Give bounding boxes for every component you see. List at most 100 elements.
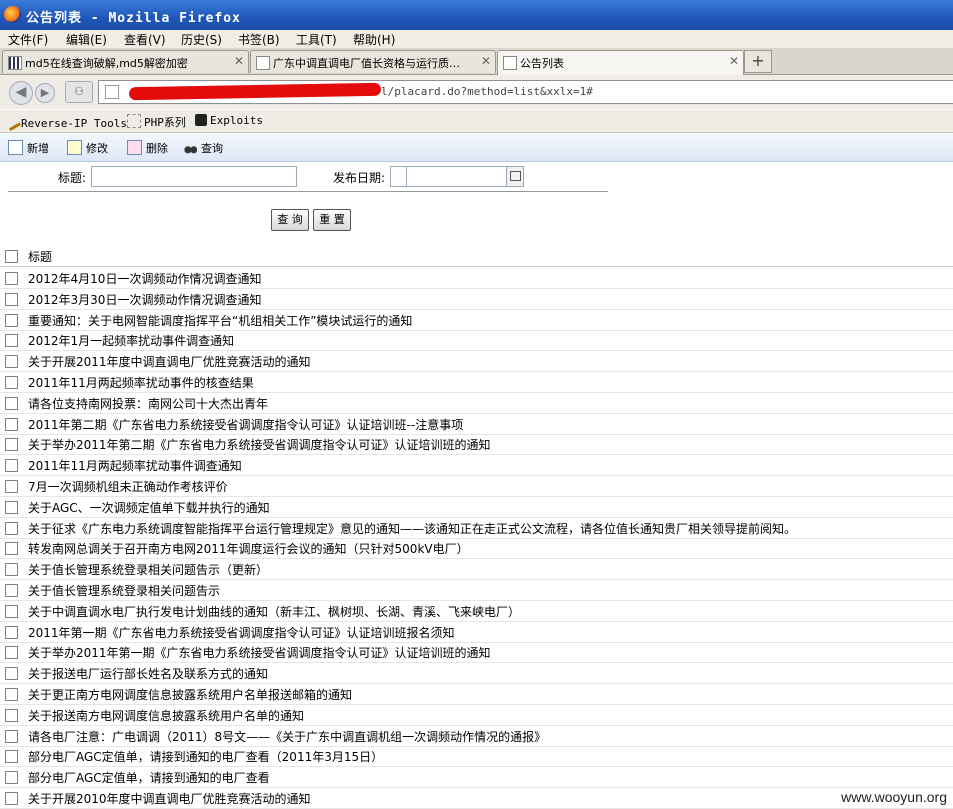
list-item: 2011年第一期《广东省电力系统接受省调调度指令认可证》认证培训班报名须知: [0, 622, 953, 643]
announcement-link[interactable]: 请各电厂注意：广电调调（2011）8号文——《关于广东中调直调机组一次调频动作情…: [28, 728, 546, 745]
announcement-link[interactable]: 关于AGC、一次调频定值单下载并执行的通知: [28, 499, 270, 516]
menu-tools[interactable]: 工具(T): [296, 31, 337, 48]
row-checkbox[interactable]: [5, 438, 18, 452]
forward-button[interactable]: ▶: [35, 83, 55, 103]
row-checkbox[interactable]: [5, 355, 18, 369]
list-item: 请各位支持南网投票：南网公司十大杰出青年: [0, 393, 953, 414]
list-item: 2012年1月一起频率扰动事件调查通知: [0, 330, 953, 352]
new-tab-button[interactable]: +: [744, 50, 772, 73]
announcement-link[interactable]: 部分电厂AGC定值单，请接到通知的电厂查看（2011年3月15日）: [28, 748, 383, 765]
row-checkbox[interactable]: [5, 334, 18, 348]
menu-file[interactable]: 文件(F): [8, 31, 48, 48]
row-checkbox[interactable]: [5, 708, 18, 722]
announcement-link[interactable]: 关于更正南方电网调度信息披露系统用户名单报送邮箱的通知: [28, 686, 352, 703]
announcement-link[interactable]: 关于中调直调水电厂执行发电计划曲线的通知（新丰江、枫树坝、长湖、青溪、飞来峡电厂…: [28, 603, 520, 620]
row-checkbox[interactable]: [5, 563, 18, 577]
redaction-mark: [128, 82, 382, 101]
announcement-link[interactable]: 关于征求《广东电力系统调度智能指挥平台运行管理规定》意见的通知——该通知正在走正…: [28, 520, 796, 537]
row-checkbox[interactable]: [5, 688, 18, 701]
url-bar[interactable]: l/placard.do?method=list&xxlx=1#: [98, 80, 953, 104]
add-button[interactable]: 新增: [8, 140, 49, 156]
row-checkbox[interactable]: [5, 646, 18, 660]
announcement-link[interactable]: 2012年4月10日一次调频动作情况调查通知: [28, 270, 261, 287]
menu-view[interactable]: 查看(V): [124, 31, 166, 48]
announcement-link[interactable]: 2011年第一期《广东省电力系统接受省调调度指令认可证》认证培训班报名须知: [28, 624, 455, 641]
list-item: 重要通知：关于电网智能调度指挥平台“机组相关工作”模块试运行的通知: [0, 310, 953, 331]
announcement-link[interactable]: 7月一次调频机组未正确动作考核评价: [28, 478, 228, 495]
announcement-link[interactable]: 转发南网总调关于召开南方电网2011年调度运行会议的通知（只针对500kV电厂）: [28, 540, 469, 557]
announcement-link[interactable]: 2012年3月30日一次调频动作情况调查通知: [28, 291, 261, 308]
list-item: 关于开展2010年度中调直调电厂优胜竞赛活动的通知: [0, 788, 953, 809]
close-icon[interactable]: ✕: [234, 54, 244, 68]
announcement-link[interactable]: 请各位支持南网投票：南网公司十大杰出青年: [28, 395, 268, 412]
window-titlebar: 公告列表 - Mozilla Firefox: [0, 0, 953, 30]
announcement-link[interactable]: 部分电厂AGC定值单，请接到通知的电厂查看: [28, 769, 270, 786]
close-icon[interactable]: ✕: [729, 54, 739, 68]
title-label: 标题:: [58, 171, 87, 185]
tab-announcement-list[interactable]: 公告列表 ✕: [497, 50, 744, 75]
exploits-icon: [195, 114, 207, 126]
row-checkbox[interactable]: [5, 584, 18, 597]
date-input[interactable]: [406, 166, 508, 187]
title-input[interactable]: [91, 166, 297, 187]
announcement-link[interactable]: 2011年11月两起频率扰动事件调查通知: [28, 457, 242, 474]
announcement-link[interactable]: 关于开展2011年度中调直调电厂优胜竞赛活动的通知: [28, 353, 311, 370]
row-checkbox[interactable]: [5, 667, 18, 681]
announcement-link[interactable]: 关于开展2010年度中调直调电厂优胜竞赛活动的通知: [28, 790, 311, 807]
site-identity-button[interactable]: ⚇: [65, 81, 93, 103]
bookmark-reverse-ip[interactable]: Reverse-IP Tools: [3, 112, 127, 131]
menu-bookmarks[interactable]: 书签(B): [238, 31, 280, 48]
window-title: 公告列表 - Mozilla Firefox: [26, 11, 241, 26]
back-button[interactable]: ◀: [9, 81, 33, 105]
folder-icon: [127, 114, 141, 128]
bookmark-exploits[interactable]: Exploits: [195, 114, 263, 127]
announcement-link[interactable]: 关于举办2011年第一期《广东省电力系统接受省调调度指令认可证》认证培训班的通知: [28, 644, 491, 661]
announcement-link[interactable]: 关于值长管理系统登录相关问题告示: [28, 582, 220, 599]
delete-button[interactable]: 删除: [127, 140, 168, 156]
row-checkbox[interactable]: [5, 396, 18, 410]
announcement-link[interactable]: 关于举办2011年第二期《广东省电力系统接受省调调度指令认可证》认证培训班的通知: [28, 436, 491, 453]
row-checkbox[interactable]: [5, 750, 18, 764]
row-checkbox[interactable]: [5, 792, 18, 805]
announcement-link[interactable]: 关于报送电厂运行部长姓名及联系方式的通知: [28, 665, 268, 682]
row-checkbox[interactable]: [5, 604, 18, 618]
row-checkbox[interactable]: [5, 417, 18, 431]
announcement-link[interactable]: 关于值长管理系统登录相关问题告示（更新）: [28, 561, 268, 578]
edit-button[interactable]: 修改: [67, 140, 108, 156]
menu-help[interactable]: 帮助(H): [353, 31, 395, 48]
row-checkbox[interactable]: [5, 272, 18, 285]
calendar-button[interactable]: [506, 166, 524, 187]
search-form: 标题: 发布日期: 查 询 重 置: [0, 162, 953, 242]
row-checkbox[interactable]: [5, 771, 18, 785]
row-checkbox[interactable]: [5, 313, 18, 327]
announcement-link[interactable]: 2011年11月两起频率扰动事件的核查结果: [28, 374, 254, 391]
reset-button[interactable]: 重 置: [313, 209, 351, 231]
announcement-link[interactable]: 重要通知：关于电网智能调度指挥平台“机组相关工作”模块试运行的通知: [28, 312, 412, 329]
bookmark-php[interactable]: PHP系列: [127, 114, 186, 130]
tab-power-plant[interactable]: 广东中调直调电厂值长资格与运行质… ✕: [250, 50, 496, 73]
menu-edit[interactable]: 编辑(E): [66, 31, 107, 48]
announcement-link[interactable]: 关于报送南方电网调度信息披露系统用户名单的通知: [28, 707, 304, 724]
tab-md5[interactable]: md5在线查询破解,md5解密加密 ✕: [2, 50, 249, 73]
row-checkbox[interactable]: [5, 480, 18, 493]
row-checkbox[interactable]: [5, 500, 18, 514]
search-button[interactable]: 查询: [184, 140, 223, 156]
row-checkbox[interactable]: [5, 542, 18, 556]
list-item: 关于征求《广东电力系统调度智能指挥平台运行管理规定》意见的通知——该通知正在走正…: [0, 518, 953, 539]
url-text: l/placard.do?method=list&xxlx=1#: [381, 85, 593, 98]
row-checkbox[interactable]: [5, 729, 18, 743]
row-checkbox[interactable]: [5, 521, 18, 535]
row-checkbox[interactable]: [5, 459, 18, 473]
row-checkbox[interactable]: [5, 625, 18, 639]
select-all-checkbox[interactable]: [5, 250, 18, 263]
list-item: 部分电厂AGC定值单，请接到通知的电厂查看（2011年3月15日）: [0, 746, 953, 768]
row-checkbox[interactable]: [5, 376, 18, 389]
row-checkbox[interactable]: [5, 292, 18, 306]
announcement-link[interactable]: 2011年第二期《广东省电力系统接受省调调度指令认可证》认证培训班--注意事项: [28, 416, 463, 433]
query-button[interactable]: 查 询: [271, 209, 309, 231]
grid-icon: [8, 56, 22, 70]
close-icon[interactable]: ✕: [481, 54, 491, 68]
announcement-link[interactable]: 2012年1月一起频率扰动事件调查通知: [28, 332, 234, 349]
menu-history[interactable]: 历史(S): [181, 31, 222, 48]
action-toolbar: 新增 修改 删除 查询: [0, 134, 953, 162]
